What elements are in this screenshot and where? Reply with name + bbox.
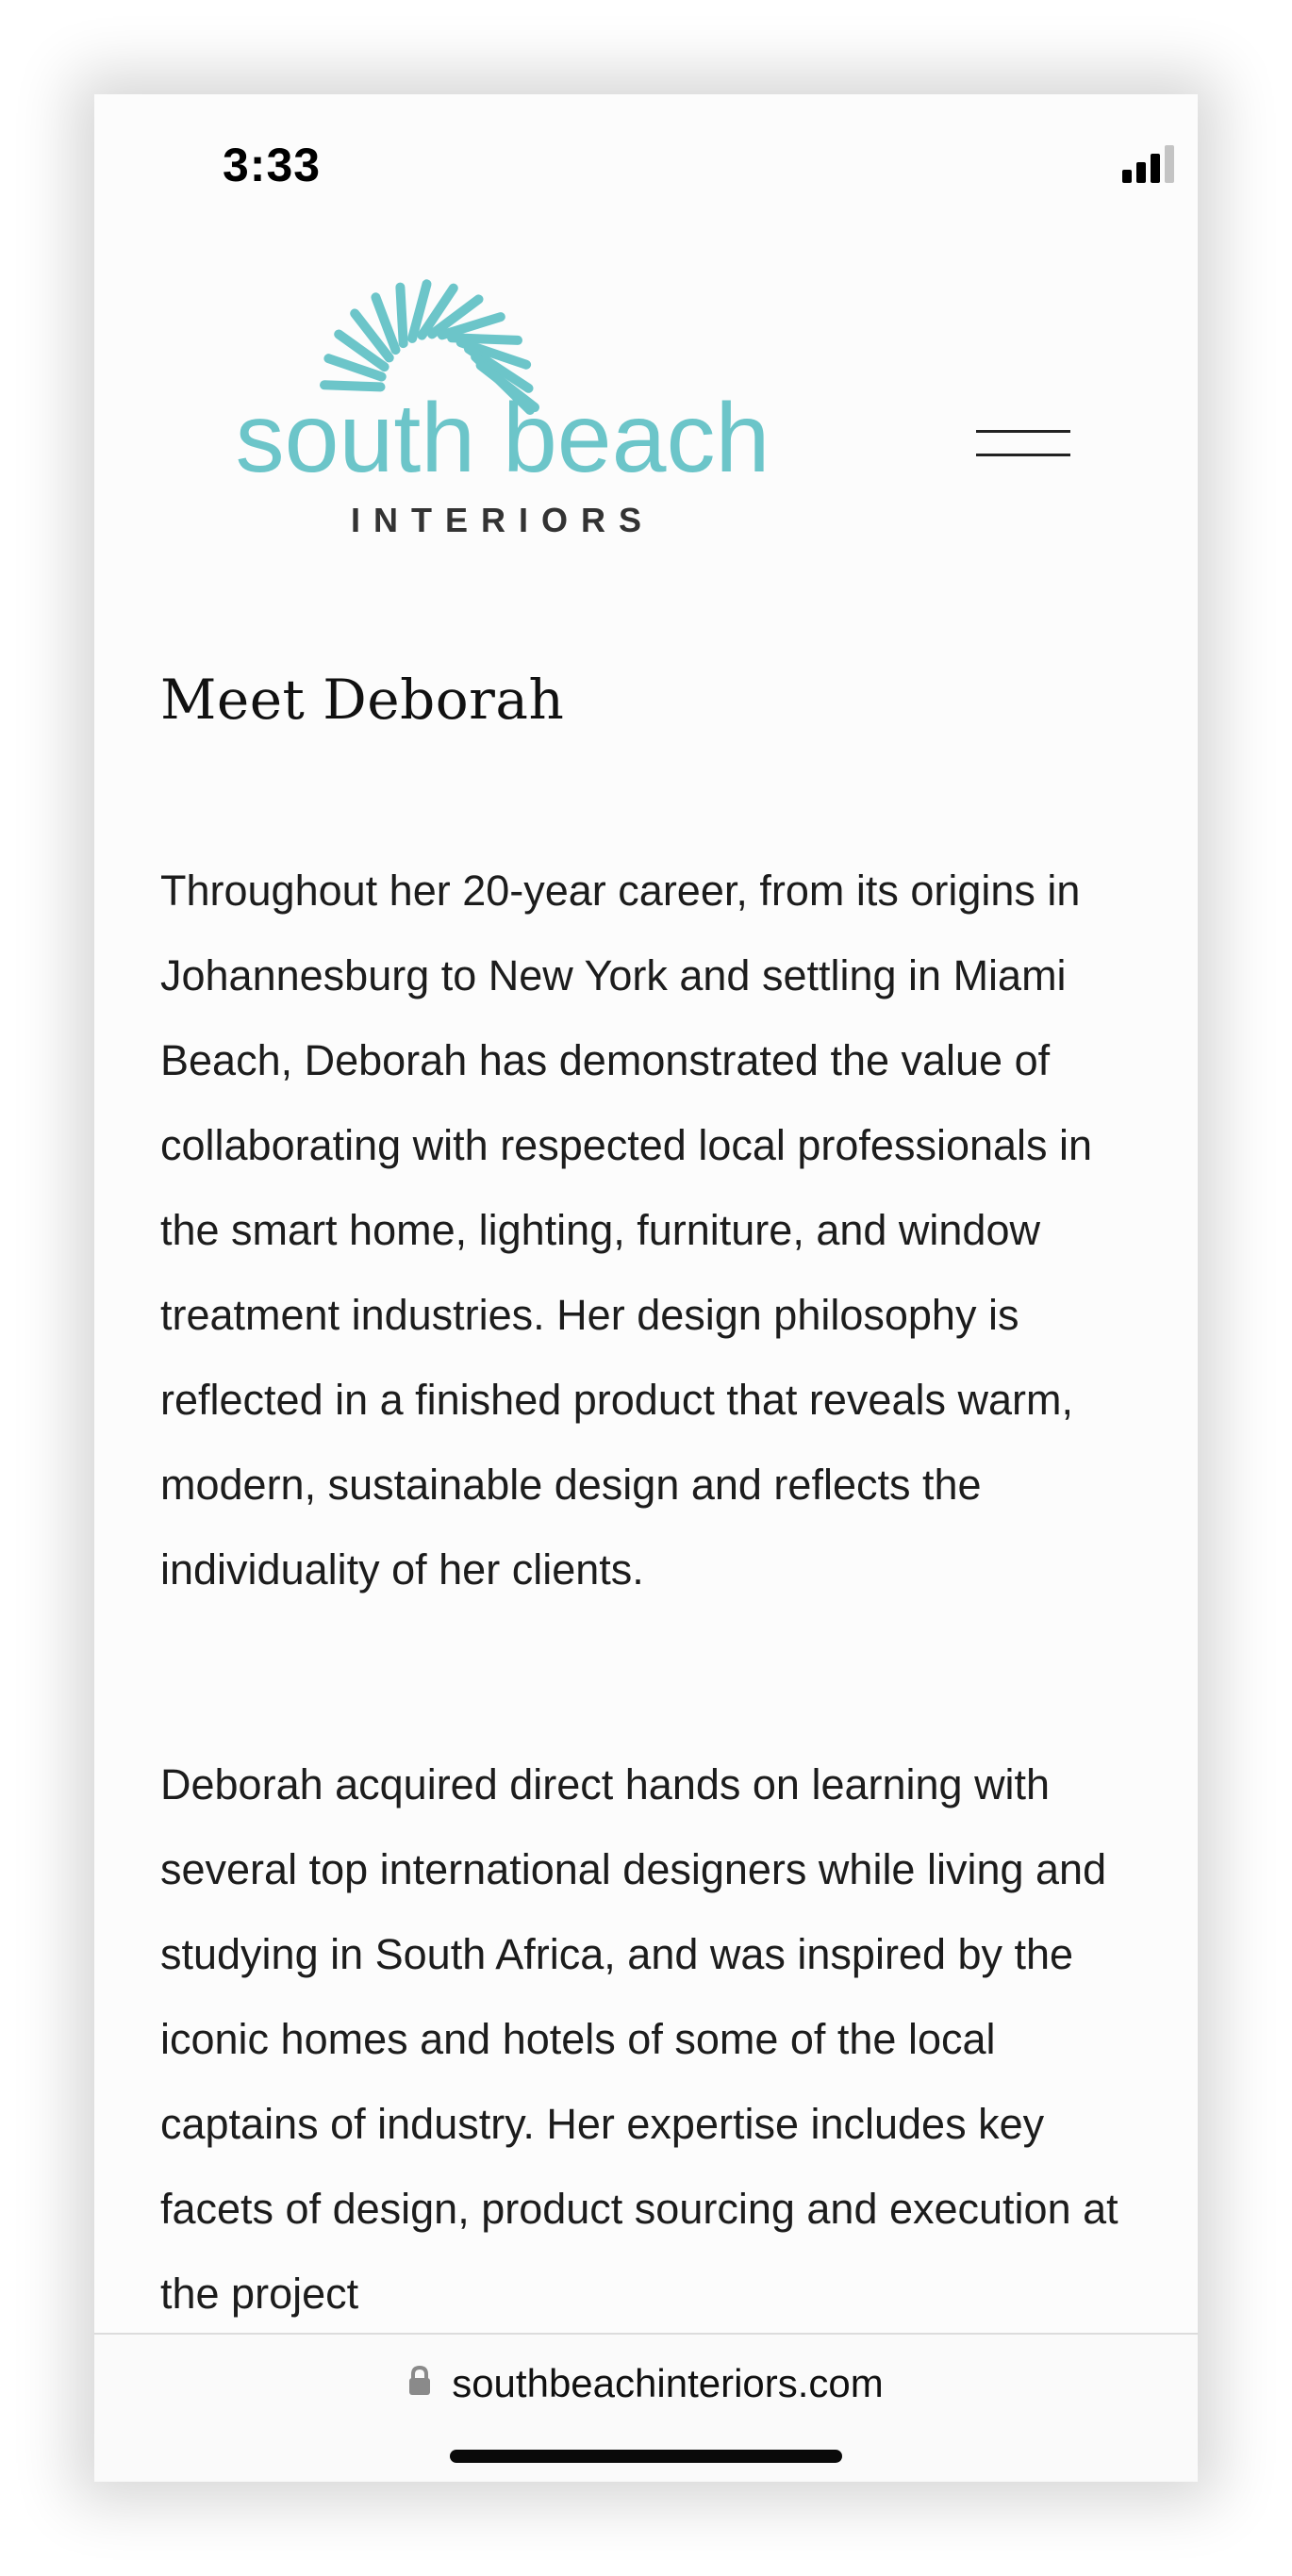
cellular-signal-icon <box>1122 145 1174 183</box>
screenshot-frame: 3:33 south beach INTERIORS Meet Deborah … <box>0 0 1292 2576</box>
lock-icon <box>409 2366 431 2395</box>
phone-screen: 3:33 south beach INTERIORS Meet Deborah … <box>94 94 1198 2482</box>
menu-line-bottom <box>976 454 1070 456</box>
bio-paragraph-1: Throughout her 20-year career, from its … <box>160 867 1093 1593</box>
logo-wordmark: south beach <box>236 384 770 493</box>
bio-paragraph-2: Deborah acquired direct hands on learnin… <box>160 1760 1118 2318</box>
url-row[interactable]: southbeachinteriors.com <box>94 2361 1198 2406</box>
sunburst-logo-icon: south beach INTERIORS <box>236 279 770 539</box>
browser-url-bar[interactable]: southbeachinteriors.com <box>94 2333 1198 2482</box>
page-title: Meet Deborah <box>160 668 565 732</box>
menu-line-top <box>976 430 1070 433</box>
status-time: 3:33 <box>223 139 322 191</box>
hamburger-menu-icon[interactable] <box>971 415 1075 471</box>
site-logo[interactable]: south beach INTERIORS <box>214 264 791 543</box>
url-text[interactable]: southbeachinteriors.com <box>452 2361 884 2406</box>
logo-subtitle: INTERIORS <box>351 501 654 539</box>
home-indicator[interactable] <box>450 2450 842 2463</box>
